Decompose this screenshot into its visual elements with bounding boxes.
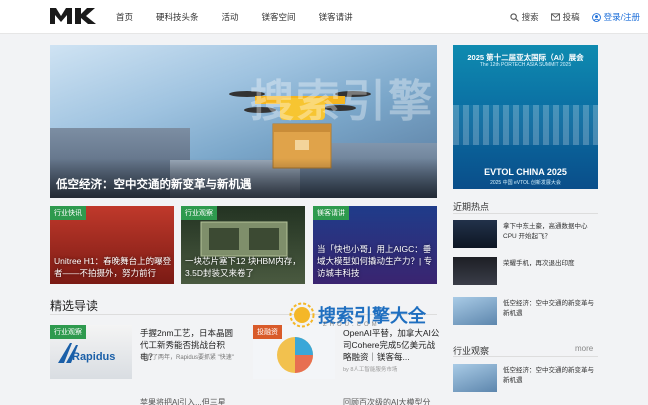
main-nav: 首页 硬科技头条 活动 镁客空间 镁客请讲 xyxy=(116,0,376,34)
nav-talks[interactable]: 镁客请讲 xyxy=(319,11,353,23)
feature-card[interactable]: 行业快讯 Unitree H1：春晚舞台上的曝登者——不拍摄外，努力前行 xyxy=(50,206,174,284)
card-caption: Unitree H1：春晚舞台上的曝登者——不拍摄外，努力前行 xyxy=(54,256,172,278)
hot-item-title: 拿下中东土豪，高通数据中心CPU 开始起飞？ xyxy=(503,223,588,240)
header-actions: 搜索 投稿 登录/注册 xyxy=(498,0,640,34)
ad-line: EVTOL CHINA 2025 xyxy=(484,167,567,177)
article-tag: 投融资 xyxy=(253,325,282,339)
thumb-text: Rapidus xyxy=(72,351,116,363)
card-caption: 当「快也小哥」用上AIGC：垂域大模型如何撬动生产力？| 专访城丰科技 xyxy=(317,244,433,278)
pie-graphic xyxy=(277,337,313,373)
article-item[interactable]: 投融资 OpenAI平替，加拿大AI公司Cohere完成5亿美元战略融资｜镁客每… xyxy=(253,325,443,385)
submit-button[interactable]: 投稿 xyxy=(550,11,580,23)
login-button[interactable]: 登录/注册 xyxy=(591,11,640,23)
search-button[interactable]: 搜索 xyxy=(509,11,539,23)
search-label: 搜索 xyxy=(521,12,539,22)
article-title-peek[interactable]: 回顾百次级的AI大模型分 xyxy=(343,397,431,405)
hot-thumb xyxy=(453,297,497,325)
sun-logo-icon xyxy=(289,302,315,328)
hot-item[interactable]: 低空经济：空中交通的新变革与新机遇 xyxy=(453,297,598,329)
nav-events[interactable]: 活动 xyxy=(222,11,239,23)
hero-title[interactable]: 低空经济：空中交通的新变革与新机遇 xyxy=(56,176,252,192)
industry-item[interactable]: 低空经济：空中交通的新变革与新机遇 xyxy=(453,364,598,396)
nav-hardtech-headlines[interactable]: 硬科技头条 xyxy=(156,11,199,23)
side-ad-banner[interactable]: 2025 第十二届亚太国际（AI）展会 The 12th PORTECH ASI… xyxy=(453,45,598,189)
hot-thumb xyxy=(453,257,497,285)
hero-banner[interactable]: 搜索引擎 低空经济：空中交通的新变革与新机遇 xyxy=(50,45,437,198)
article-summary: 在近了两年，Rapidus要抓紧 "快速" xyxy=(140,355,234,361)
hot-thumb xyxy=(453,220,497,248)
article-tag: 行业观察 xyxy=(50,325,86,339)
overlay-watermark: 搜索引擎大全 ZHOU.COM xyxy=(289,302,426,328)
hot-item-title: 荣耀手机，再次退出印度 xyxy=(503,260,575,267)
section-divider xyxy=(453,356,598,357)
ad-city-skyline xyxy=(453,105,598,145)
section-divider xyxy=(453,213,598,214)
industry-item-title: 低空经济：空中交通的新变革与新机遇 xyxy=(503,367,594,384)
hot-item[interactable]: 拿下中东土豪，高通数据中心CPU 开始起飞？ xyxy=(453,220,598,252)
ad-line: The 12th PORTECH ASIA SUMMIT 2025 xyxy=(479,62,572,68)
article-title-peek[interactable]: 苹果将把Al引入...但三星 xyxy=(140,397,226,405)
article-title: OpenAI平替，加拿大AI公司Cohere完成5亿美元战略融资｜镁客每... xyxy=(343,328,440,362)
article-meta: by 8人工智能服务市场 xyxy=(343,367,398,373)
login-label: 登录/注册 xyxy=(603,12,640,22)
ad-line: 2025 中国 eVTOL 创新发展大会 xyxy=(490,180,561,186)
user-icon xyxy=(591,12,601,22)
site-logo[interactable] xyxy=(50,8,96,24)
submit-label: 投稿 xyxy=(562,12,580,22)
card-tag: 镁客请讲 xyxy=(313,206,349,220)
nav-home[interactable]: 首页 xyxy=(116,11,133,23)
chip-image xyxy=(200,221,288,257)
watermark-text: 搜索引擎 xyxy=(250,77,434,126)
hot-section-title: 近期热点 xyxy=(453,202,490,212)
article-item[interactable]: Rapidus 行业观察 手握2nm工艺，日本晶圆代工新秀能否挑战台积电？ 在近… xyxy=(50,325,240,385)
picks-section-title: 精选导读 xyxy=(50,299,99,313)
search-icon xyxy=(509,12,519,22)
card-tag: 行业快讯 xyxy=(50,206,86,220)
industry-thumb xyxy=(453,364,497,392)
hot-item-title: 低空经济：空中交通的新变革与新机遇 xyxy=(503,300,594,317)
mail-icon xyxy=(550,13,560,21)
overlay-brand-en: ZHOU.COM xyxy=(323,322,380,328)
nav-space[interactable]: 镁客空间 xyxy=(262,11,296,23)
more-link[interactable]: more xyxy=(575,344,593,353)
card-tag: 行业观察 xyxy=(181,206,217,220)
feature-card[interactable]: 镁客请讲 当「快也小哥」用上AIGC：垂域大模型如何撬动生产力？| 专访城丰科技 xyxy=(313,206,437,284)
feature-card[interactable]: 行业观察 一块芯片塞下12 块HBM内存，3.5D封装又来卷了 xyxy=(181,206,305,284)
top-header: 首页 硬科技头条 活动 镁客空间 镁客请讲 搜索 投稿 登录/注册 xyxy=(0,0,648,34)
card-caption: 一块芯片塞下12 块HBM内存，3.5D封装又来卷了 xyxy=(185,256,301,278)
hot-item[interactable]: 荣耀手机，再次退出印度 xyxy=(453,257,598,289)
